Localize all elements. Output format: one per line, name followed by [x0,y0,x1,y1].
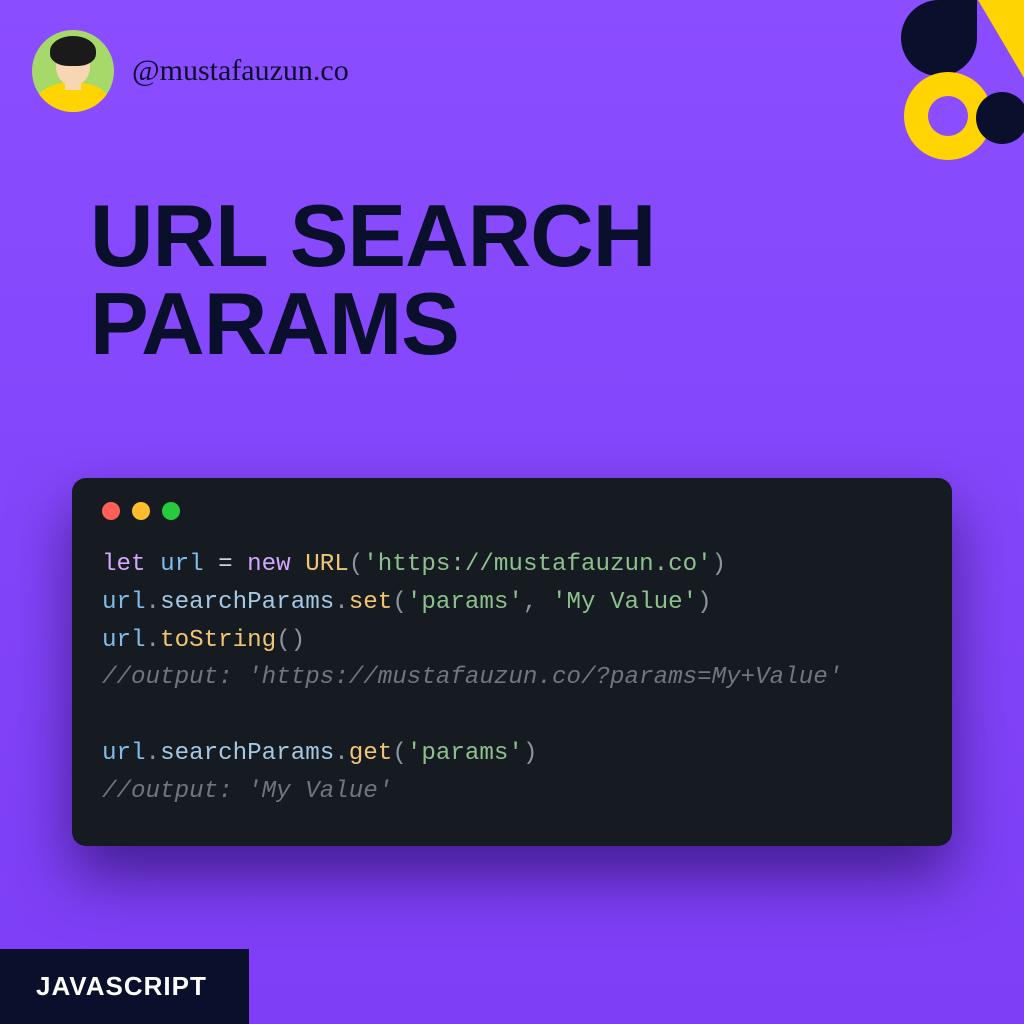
close-icon [102,502,120,520]
language-tag: JAVASCRIPT [0,949,249,1024]
author-handle: @mustafauzun.co [132,54,349,88]
corner-logo-icon [844,0,1024,170]
code-snippet: let url = new URL('https://mustafauzun.c… [102,546,922,810]
window-traffic-lights [102,502,922,520]
page-title: URL SEARCH PARAMS [90,192,1024,368]
avatar [32,30,114,112]
code-window: let url = new URL('https://mustafauzun.c… [72,478,952,846]
minimize-icon [132,502,150,520]
maximize-icon [162,502,180,520]
